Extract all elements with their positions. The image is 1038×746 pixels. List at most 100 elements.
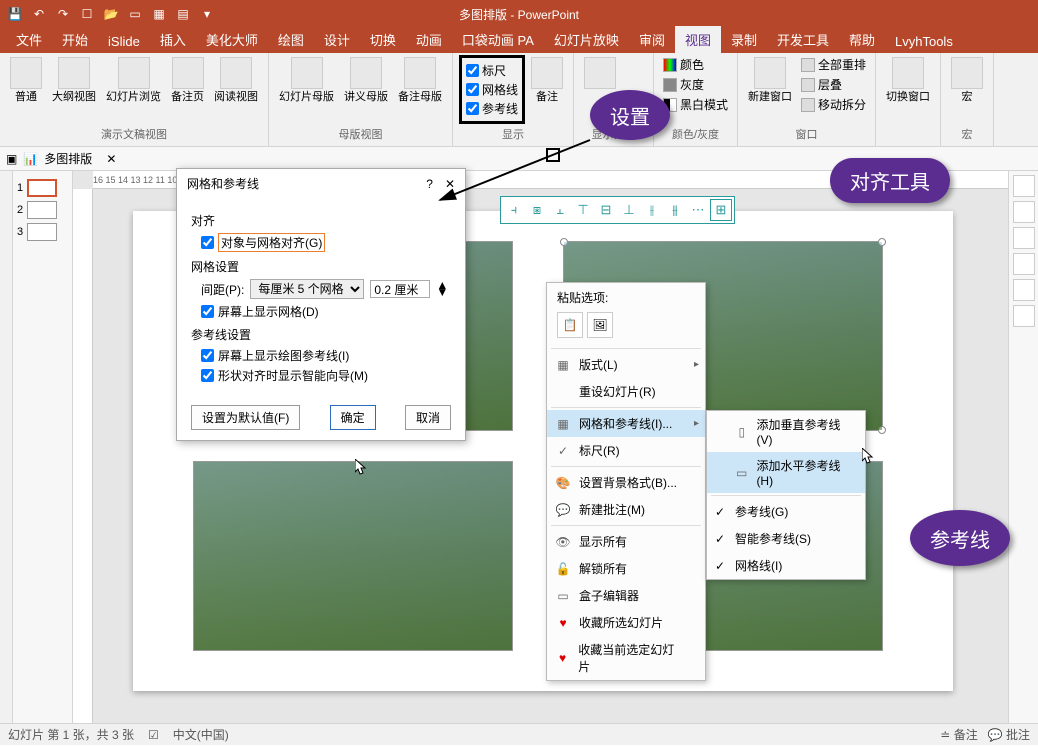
tab-home[interactable]: 开始 [52, 26, 98, 53]
new-icon[interactable]: ▭ [124, 3, 146, 25]
photo-3[interactable] [193, 461, 513, 651]
menu-format-background[interactable]: 🎨设置背景格式(B)... [547, 469, 705, 496]
thumbnail-1[interactable]: 1 [17, 179, 68, 197]
color-button[interactable]: 颜色 [660, 55, 731, 74]
ok-button[interactable]: 确定 [330, 405, 376, 430]
menu-unlock-all[interactable]: 🔓解锁所有 [547, 555, 705, 582]
grayscale-button[interactable]: 灰度 [660, 75, 731, 94]
menu-favorite-current[interactable]: ♥收藏当前选定幻灯片 [547, 636, 705, 680]
print-icon[interactable]: ▦ [148, 3, 170, 25]
save-icon[interactable]: 💾 [4, 3, 26, 25]
slide-sorter-button[interactable]: 幻灯片浏览 [102, 55, 165, 106]
arrange-all-button[interactable]: 全部重排 [798, 55, 869, 74]
slide-icon[interactable]: ▤ [172, 3, 194, 25]
notes-toggle[interactable]: ≐ 备注 [940, 726, 977, 743]
tab-design[interactable]: 设计 [314, 26, 360, 53]
tab-insert[interactable]: 插入 [150, 26, 196, 53]
submenu-add-horizontal-guide[interactable]: ▭添加水平参考线(H) [707, 452, 865, 493]
tool-6[interactable] [1013, 305, 1035, 327]
section-guides: 参考线设置 [191, 326, 451, 343]
spacing-label: 间距(P): [201, 281, 244, 298]
tab-developer[interactable]: 开发工具 [767, 26, 839, 53]
reading-view-button[interactable]: 阅读视图 [210, 55, 262, 106]
align-settings-icon[interactable]: ⊞ [710, 199, 732, 221]
cascade-button[interactable]: 层叠 [798, 75, 869, 94]
menu-grid-guides[interactable]: ▦网格和参考线(I)...▸ [547, 410, 705, 437]
tab-slideshow[interactable]: 幻灯片放映 [544, 26, 629, 53]
submenu-smart-guides[interactable]: ✓智能参考线(S) [707, 525, 865, 552]
handout-master-button[interactable]: 讲义母版 [340, 55, 392, 106]
tab-review[interactable]: 审阅 [629, 26, 675, 53]
slide-counter: 幻灯片 第 1 张，共 3 张 [8, 726, 134, 743]
ruler-checkbox[interactable]: 标尺 [466, 62, 518, 79]
normal-view-button[interactable]: 普通 [6, 55, 46, 106]
slide-master-button[interactable]: 幻灯片母版 [275, 55, 338, 106]
open-icon[interactable]: 📂 [100, 3, 122, 25]
display-drawing-guides-checkbox[interactable]: 屏幕上显示绘图参考线(I) [201, 347, 451, 364]
thumbnail-3[interactable]: 3 [17, 223, 68, 241]
move-split-button[interactable]: 移动拆分 [798, 95, 869, 114]
align-bottom-icon[interactable]: ⊥ [618, 199, 640, 221]
spin-down-icon[interactable]: ▼ [436, 289, 448, 296]
language-indicator[interactable]: 中文(中国) [173, 726, 229, 743]
display-grid-checkbox[interactable]: 屏幕上显示网格(D) [201, 303, 451, 320]
dist-v-icon[interactable]: ⫵ [664, 199, 686, 221]
switch-window-button[interactable]: 切换窗口 [882, 55, 934, 106]
tool-4[interactable] [1013, 253, 1035, 275]
tab-islide[interactable]: iSlide [98, 30, 150, 53]
align-more-icon[interactable]: ⋯ [687, 199, 709, 221]
macros-button[interactable]: 宏 [947, 55, 987, 106]
submenu-gridlines[interactable]: ✓网格线(I) [707, 552, 865, 579]
menu-show-all[interactable]: 👁显示所有 [547, 528, 705, 555]
menu-ruler[interactable]: ✓标尺(R) [547, 437, 705, 464]
tool-2[interactable] [1013, 201, 1035, 223]
set-default-button[interactable]: 设置为默认值(F) [191, 405, 300, 430]
menu-reset-slide[interactable]: 重设幻灯片(R) [547, 378, 705, 405]
gridlines-checkbox[interactable]: 网格线 [466, 81, 518, 98]
close-doc-icon[interactable]: ✕ [106, 152, 116, 166]
comments-toggle[interactable]: 💬 批注 [988, 726, 1030, 743]
tool-1[interactable] [1013, 175, 1035, 197]
submenu-add-vertical-guide[interactable]: ▯添加垂直参考线(V) [707, 411, 865, 452]
thumbnail-2[interactable]: 2 [17, 201, 68, 219]
menu-favorite-selected[interactable]: ♥收藏所选幻灯片 [547, 609, 705, 636]
guides-checkbox[interactable]: 参考线 [466, 100, 518, 117]
menu-new-comment[interactable]: 💬新建批注(M) [547, 496, 705, 523]
tab-help[interactable]: 帮助 [839, 26, 885, 53]
menu-layout[interactable]: ▦版式(L)▸ [547, 351, 705, 378]
menu-box-editor[interactable]: ▭盒子编辑器 [547, 582, 705, 609]
zoom-button[interactable] [580, 55, 620, 93]
touch-mode-icon[interactable]: ☐ [76, 3, 98, 25]
new-window-button[interactable]: 新建窗口 [744, 55, 796, 106]
tool-3[interactable] [1013, 227, 1035, 249]
spacing-input[interactable] [370, 280, 430, 298]
undo-icon[interactable]: ↶ [28, 3, 50, 25]
tab-view[interactable]: 视图 [675, 26, 721, 53]
tab-transitions[interactable]: 切换 [360, 26, 406, 53]
paste-option-1[interactable]: 📋 [557, 312, 583, 338]
notes-button[interactable]: 备注 [527, 55, 567, 106]
redo-icon[interactable]: ↷ [52, 3, 74, 25]
spellcheck-icon[interactable]: ☑ [148, 728, 159, 742]
tab-animations[interactable]: 动画 [406, 26, 452, 53]
tool-5[interactable] [1013, 279, 1035, 301]
outline-view-button[interactable]: 大纲视图 [48, 55, 100, 106]
spacing-select[interactable]: 每厘米 5 个网格 [250, 279, 364, 299]
snap-to-grid-checkbox[interactable]: 对象与网格对齐(G) [201, 233, 451, 252]
notes-page-button[interactable]: 备注页 [167, 55, 208, 106]
notes-master-button[interactable]: 备注母版 [394, 55, 446, 106]
submenu-guides[interactable]: ✓参考线(G) [707, 498, 865, 525]
tab-draw[interactable]: 绘图 [268, 26, 314, 53]
tab-beautify[interactable]: 美化大师 [196, 26, 268, 53]
smart-guides-checkbox[interactable]: 形状对齐时显示智能向导(M) [201, 367, 451, 384]
tab-file[interactable]: 文件 [6, 26, 52, 53]
tab-record[interactable]: 录制 [721, 26, 767, 53]
blackwhite-button[interactable]: 黑白模式 [660, 95, 731, 114]
tab-pocket-anim[interactable]: 口袋动画 PA [452, 26, 544, 53]
more-icon[interactable]: ▾ [196, 3, 218, 25]
doc-tab-label[interactable]: 多图排版 [44, 150, 92, 167]
tab-lvyhtools[interactable]: LvyhTools [885, 30, 963, 53]
cancel-button[interactable]: 取消 [405, 405, 451, 430]
paste-option-2[interactable]: 🖼 [587, 312, 613, 338]
dist-h-icon[interactable]: ⫲ [641, 199, 663, 221]
